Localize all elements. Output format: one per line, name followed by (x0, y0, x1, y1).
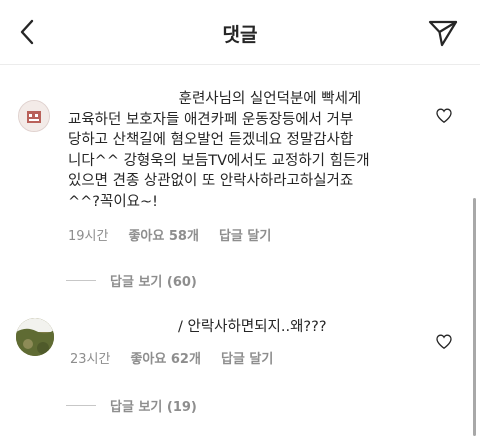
view-replies-label: 답글 보기 (19) (110, 400, 197, 415)
avatar[interactable] (18, 100, 50, 132)
like-button[interactable] (436, 108, 452, 123)
send-button[interactable] (426, 16, 460, 50)
avatar[interactable] (16, 318, 54, 356)
comment-meta: 19시간 좋아요 58개 답글 달기 (68, 225, 271, 244)
comment-meta: 23시간 좋아요 62개 답글 달기 (70, 348, 273, 367)
likes-count[interactable]: 좋아요 62개 (130, 348, 200, 367)
reply-button[interactable]: 답글 달기 (221, 348, 273, 367)
page-title: 댓글 (222, 24, 258, 46)
reply-button[interactable]: 답글 달기 (219, 225, 271, 244)
replies-line (66, 280, 96, 281)
scrollbar[interactable] (473, 198, 476, 436)
replies-line (66, 405, 96, 406)
profile-image-icon (19, 101, 49, 131)
like-button[interactable] (436, 334, 452, 349)
heart-outline-icon (436, 108, 452, 123)
comment-time: 23시간 (70, 352, 111, 367)
comment-text: 훈련사님의 실언덕분에 빡세게 교육하던 보호자들 애견카페 운동장등에서 거부… (68, 91, 370, 210)
heart-outline-icon (436, 334, 452, 349)
comments-screen: 댓글 훈련사님의 실언덕분에 빡세게 교육하던 보호자들 애견카페 운동장등에서… (0, 0, 480, 444)
comment-text: / 안락사하면되지..왜??? (178, 319, 327, 335)
header-divider (0, 64, 480, 65)
paper-plane-icon (428, 20, 458, 47)
view-replies-button[interactable]: 답글 보기 (60) (66, 271, 197, 290)
view-replies-label: 답글 보기 (60) (110, 275, 197, 290)
comment-time: 19시간 (68, 229, 109, 244)
profile-image-icon (16, 318, 54, 356)
view-replies-button[interactable]: 답글 보기 (19) (66, 396, 197, 415)
likes-count[interactable]: 좋아요 58개 (128, 225, 198, 244)
header-bar: 댓글 (0, 0, 480, 64)
